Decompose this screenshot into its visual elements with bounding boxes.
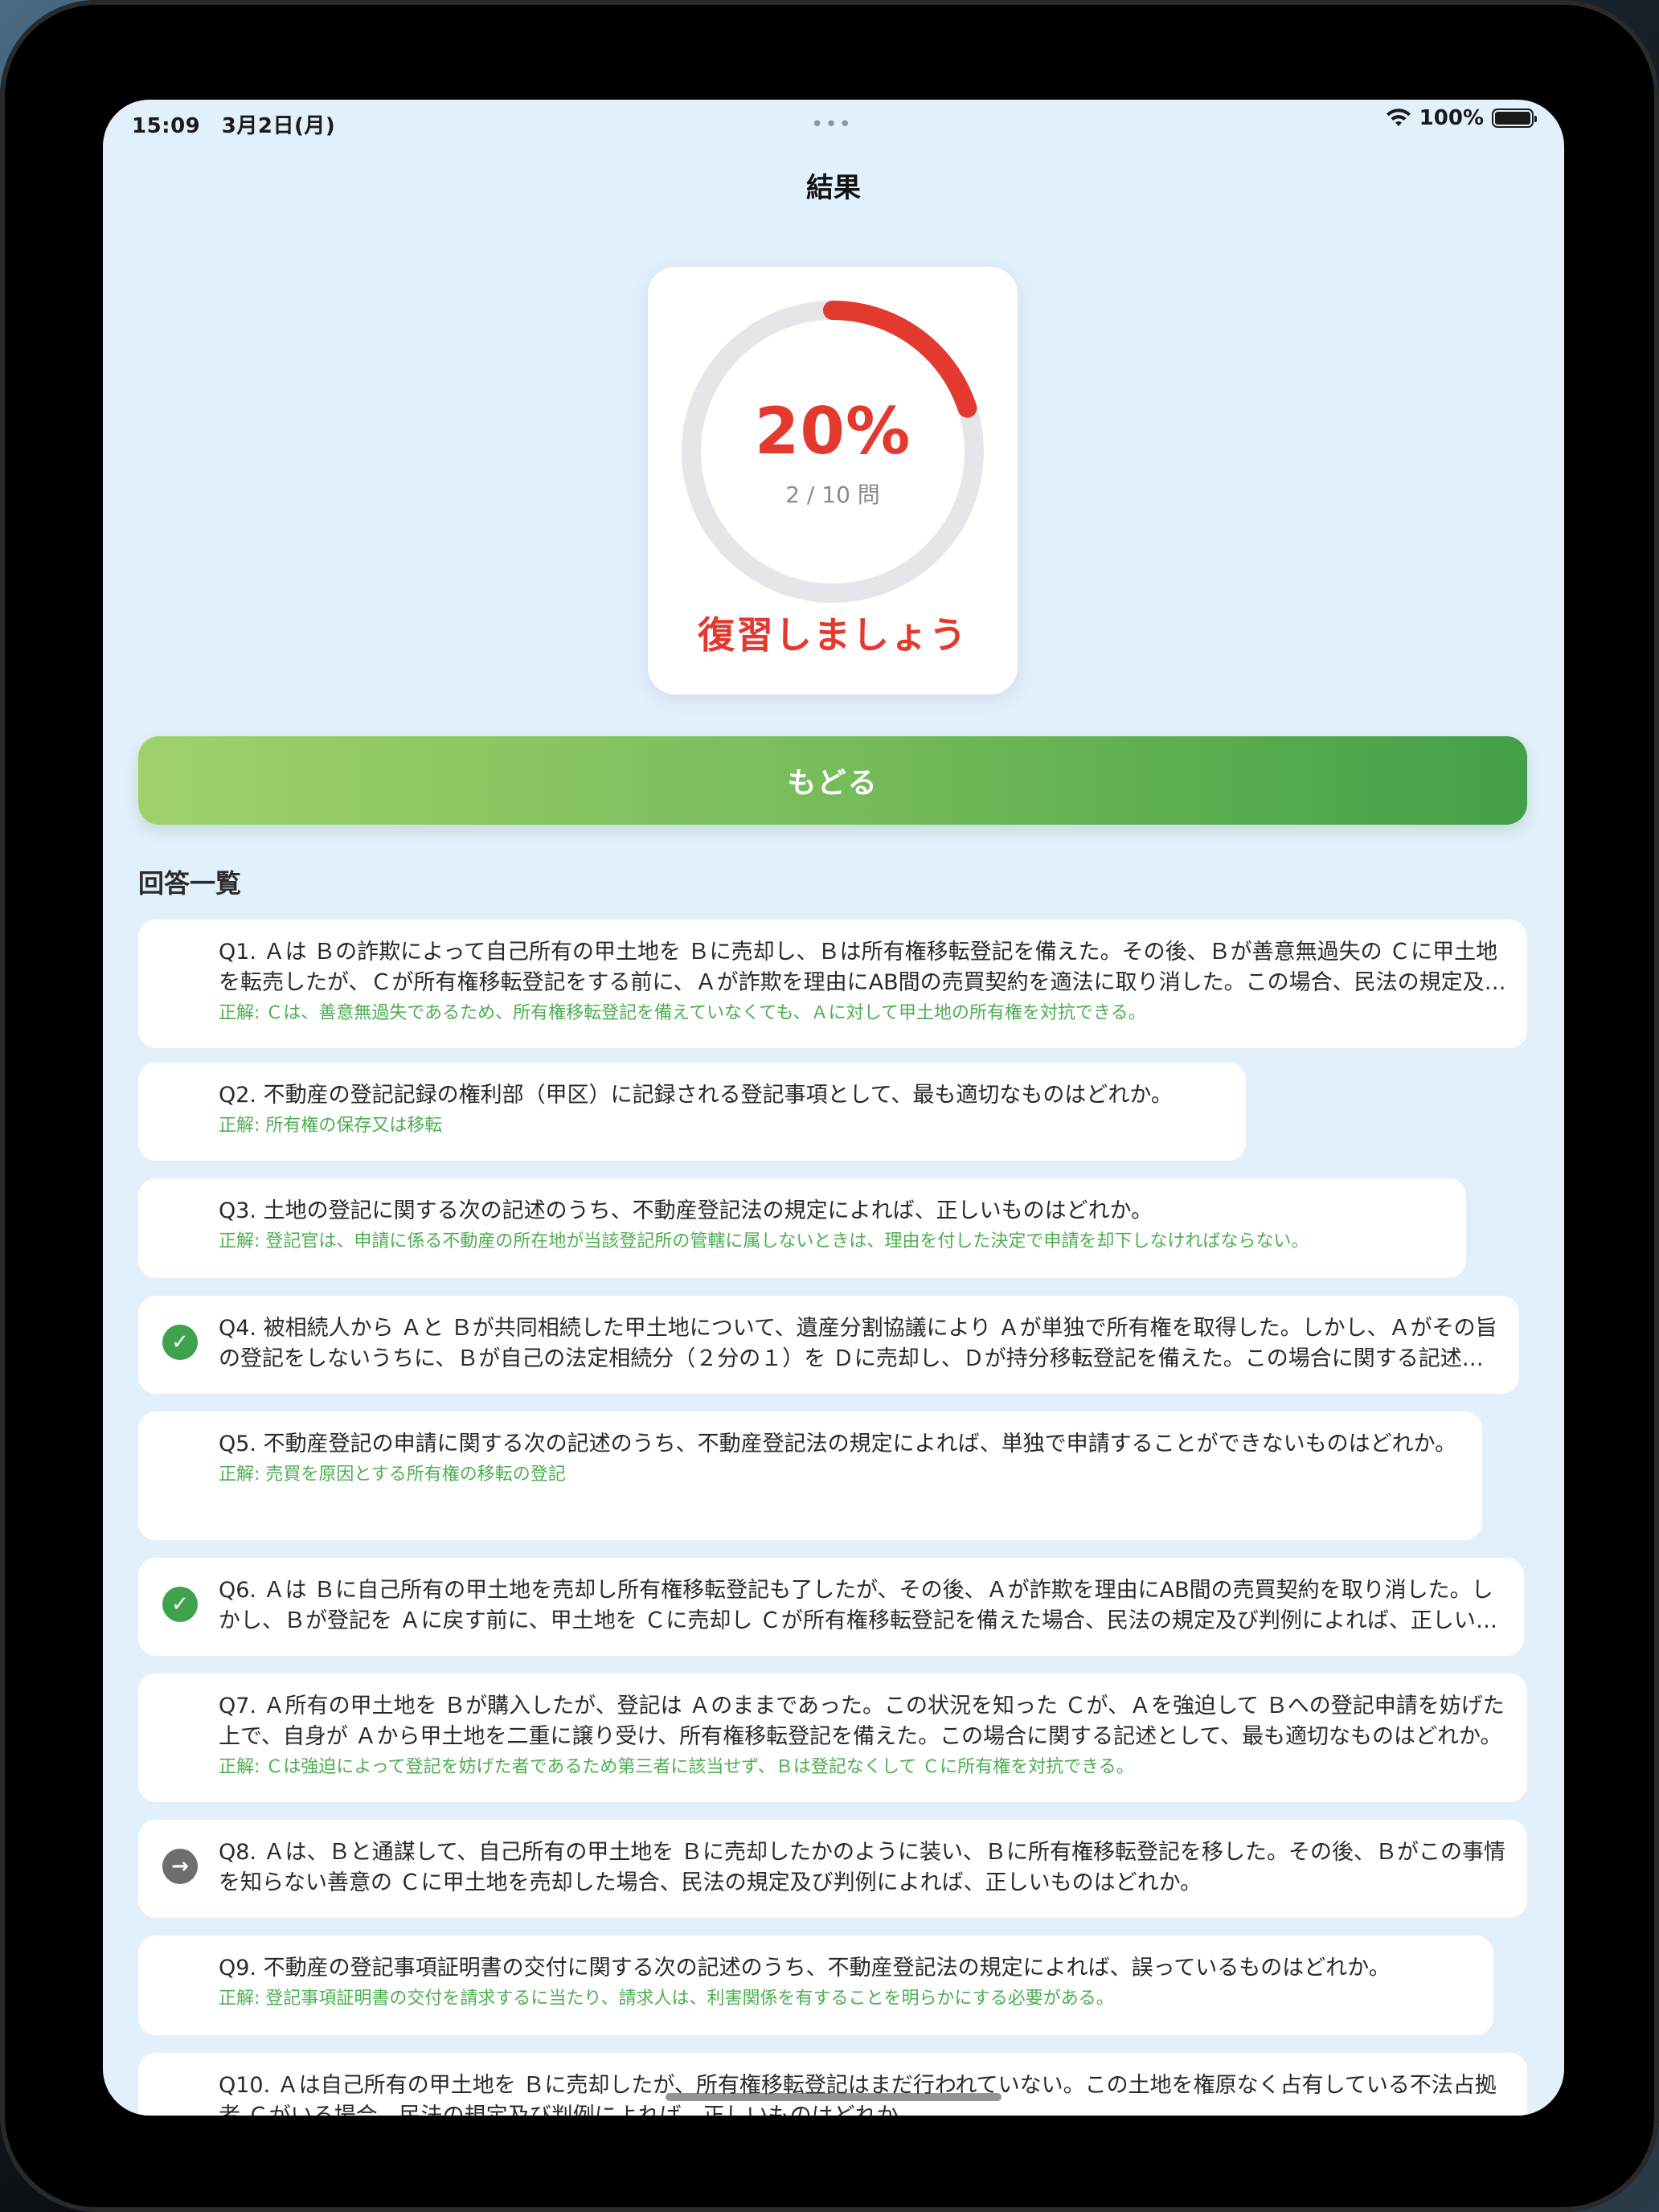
answer-row-q3[interactable]: ✕ Q3. 土地の登記に関する次の記述のうち、不動産登記法の規定によれば、正しい… [138, 1178, 1466, 1278]
correct-check-icon: ✓ [162, 1587, 198, 1622]
skipped-arrow-icon: → [162, 1849, 198, 1884]
question-text: Q8. Ａは、Ｂと通謀して、自己所有の甲土地を Ｂに売却したかのように装い、Ｂに… [219, 1840, 1506, 1895]
incorrect-icon: ✕ [171, 1208, 189, 1232]
answer-row-q10[interactable]: ✕ Q10. Ａは自己所有の甲土地を Ｂに売却したが、所有権移転登記はまだ行われ… [138, 2053, 1527, 2116]
score-count: 2 / 10 問 [785, 481, 880, 508]
battery-icon [1492, 109, 1537, 128]
status-right: 100% [1386, 106, 1537, 130]
app-screen: 15:09 3月2日(月) ••• 100% 結果 20% 2 / 10 問 復… [103, 100, 1564, 2116]
answers-section-title: 回答一覧 [138, 868, 242, 899]
correct-answer-text: 正解: 登記官は、申請に係る不動産の所在地が当該登記所の管轄に属しないときは、理… [219, 1231, 1309, 1251]
question-text: Q9. 不動産の登記事項証明書の交付に関する次の記述のうち、不動産登記法の規定に… [219, 1956, 1391, 1981]
score-card: 20% 2 / 10 問 復習しましょう [648, 267, 1018, 694]
battery-percent: 100% [1419, 106, 1484, 130]
incorrect-icon: ✕ [171, 1441, 189, 1465]
answer-row-q9[interactable]: ✕ Q9. 不動産の登記事項証明書の交付に関する次の記述のうち、不動産登記法の規… [138, 1936, 1493, 2035]
score-percent: 20% [754, 394, 911, 469]
answer-row-q4[interactable]: ✓ Q4. 被相続人から Ａと Ｂが共同相続した甲土地について、遺産分割協議によ… [138, 1296, 1519, 1394]
incorrect-icon: ✕ [171, 949, 189, 973]
question-text: Q7. Ａ所有の甲土地を Ｂが購入したが、登記は Ａのままであった。この状況を知… [219, 1694, 1505, 1749]
incorrect-icon: ✕ [171, 1703, 189, 1727]
score-message: 復習しましょう [698, 613, 968, 657]
correct-answer-text: 正解: Ｃは、善意無過失であるため、所有権移転登記を備えていなくても、Ａに対して… [219, 1003, 1146, 1023]
question-text: Q2. 不動産の登記記録の権利部（甲区）に記録される登記事項として、最も適切なも… [219, 1083, 1173, 1108]
correct-answer-text: 正解: Ｃは強迫によって登記を妨げた者であるため第三者に該当せず、Ｂは登記なくし… [219, 1757, 1134, 1777]
status-time: 15:09 3月2日(月) [132, 114, 336, 138]
question-text: Q5. 不動産登記の申請に関する次の記述のうち、不動産登記法の規定によれば、単独… [219, 1432, 1457, 1456]
answer-row-q5[interactable]: ✕ Q5. 不動産登記の申請に関する次の記述のうち、不動産登記法の規定によれば、… [138, 1411, 1482, 1540]
answer-row-q6[interactable]: ✓ Q6. Ａは Ｂに自己所有の甲土地を売却し所有権移転登記も了したが、その後、… [138, 1558, 1524, 1656]
back-button[interactable]: もどる [138, 736, 1527, 825]
wifi-icon [1386, 109, 1411, 126]
multitasking-dots[interactable]: ••• [811, 113, 853, 137]
page-title: 結果 [806, 172, 861, 204]
answer-row-q8[interactable]: → Q8. Ａは、Ｂと通謀して、自己所有の甲土地を Ｂに売却したかのように装い、… [138, 1820, 1527, 1918]
incorrect-icon: ✕ [171, 1092, 189, 1116]
answer-row-q2[interactable]: ✕ Q2. 不動産の登記記録の権利部（甲区）に記録される登記事項として、最も適切… [138, 1063, 1246, 1161]
correct-check-icon: ✓ [162, 1325, 198, 1360]
question-text: Q6. Ａは Ｂに自己所有の甲土地を売却し所有権移転登記も了したが、その後、Ａが… [219, 1578, 1497, 1633]
answer-row-q7[interactable]: ✕ Q7. Ａ所有の甲土地を Ｂが購入したが、登記は Ａのままであった。この状況… [138, 1673, 1527, 1802]
question-text: Q1. Ａは Ｂの詐欺によって自己所有の甲土地を Ｂに売却し、Ｂは所有権移転登記… [219, 940, 1506, 995]
question-text: Q3. 土地の登記に関する次の記述のうち、不動産登記法の規定によれば、正しいもの… [219, 1198, 1153, 1223]
correct-answer-text: 正解: 所有権の保存又は移転 [219, 1116, 443, 1136]
question-text: Q4. 被相続人から Ａと Ｂが共同相続した甲土地について、遺産分割協議により … [219, 1316, 1497, 1371]
incorrect-icon: ✕ [171, 1965, 189, 1989]
correct-answer-text: 正解: 登記事項証明書の交付を請求するに当たり、請求人は、利害関係を有することを… [219, 1989, 1114, 2009]
incorrect-icon: ✕ [171, 2083, 189, 2107]
tablet-frame: 15:09 3月2日(月) ••• 100% 結果 20% 2 / 10 問 復… [0, 0, 1659, 2212]
home-indicator[interactable] [666, 2093, 1002, 2101]
answer-row-q1[interactable]: ✕ Q1. Ａは Ｂの詐欺によって自己所有の甲土地を Ｂに売却し、Ｂは所有権移転… [138, 920, 1527, 1048]
correct-answer-text: 正解: 売買を原因とする所有権の移転の登記 [219, 1464, 566, 1485]
